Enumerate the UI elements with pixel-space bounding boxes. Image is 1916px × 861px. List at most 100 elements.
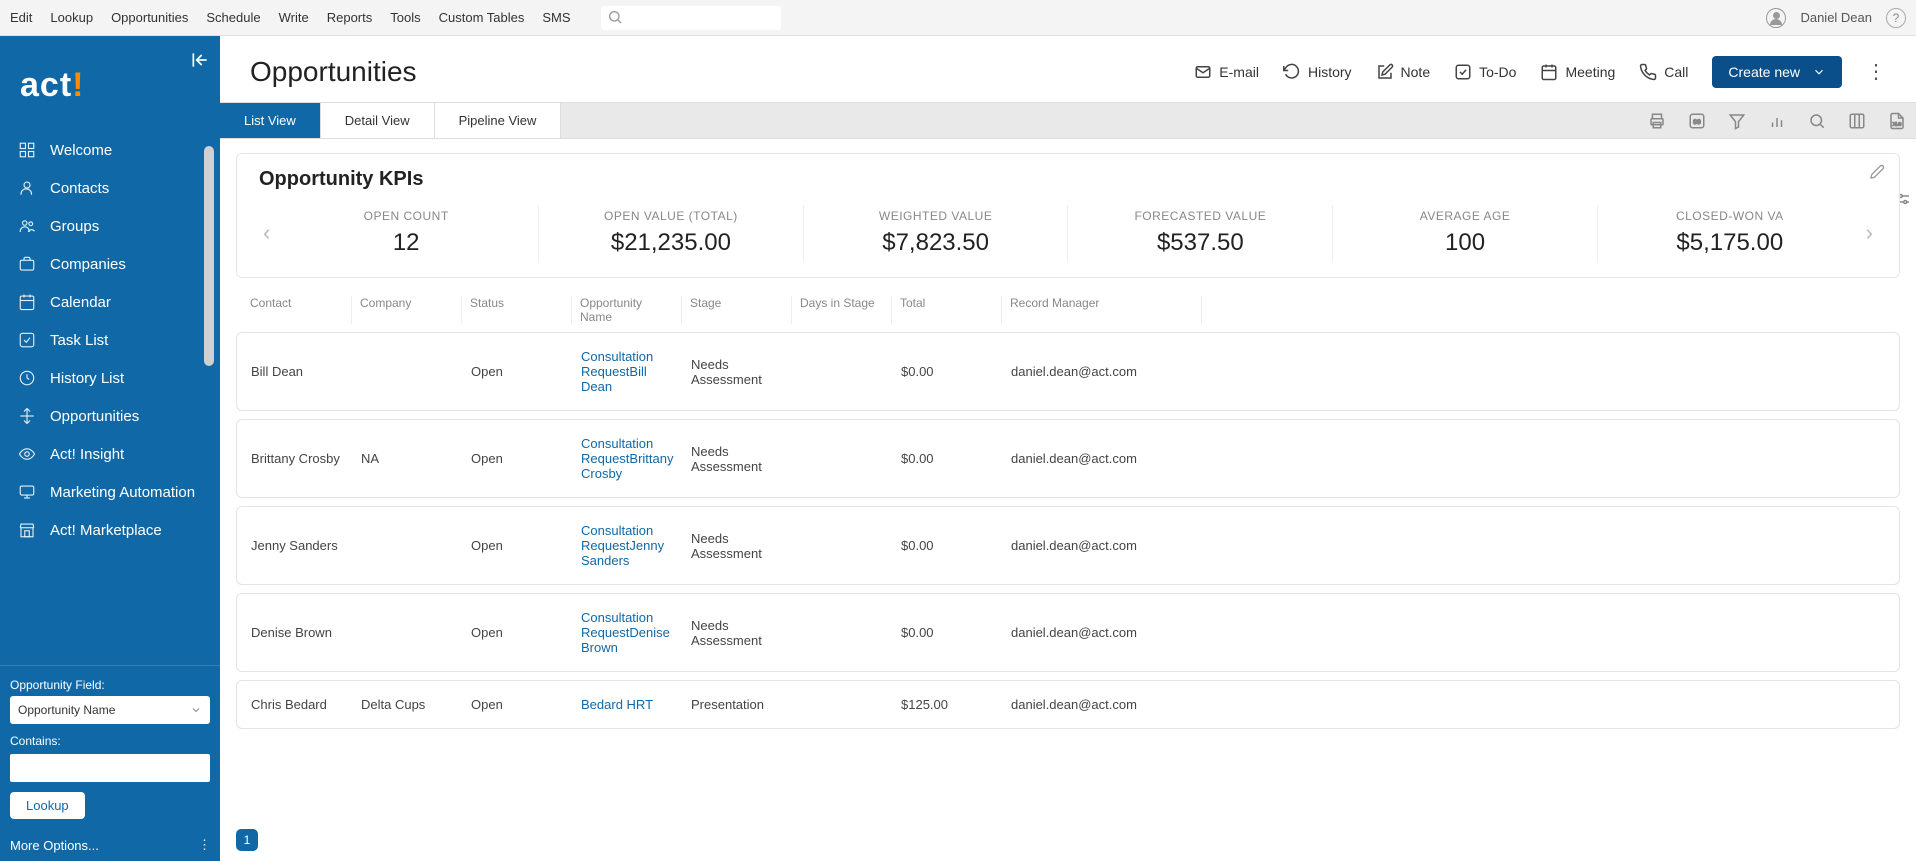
history-action[interactable]: History	[1283, 63, 1352, 81]
logo-text: act	[20, 66, 72, 104]
cell-opportunity: Consultation RequestDenise Brown	[573, 610, 683, 655]
search-icon[interactable]	[1808, 112, 1826, 130]
cell-status: Open	[463, 538, 573, 553]
export-xls-icon[interactable]: XLS	[1888, 112, 1906, 130]
todo-action[interactable]: To-Do	[1454, 63, 1516, 81]
cell-opportunity: Consultation RequestBrittany Crosby	[573, 436, 683, 481]
table-row[interactable]: Denise BrownOpenConsultation RequestDeni…	[236, 593, 1900, 672]
print-icon[interactable]	[1648, 112, 1666, 130]
tab-detail-view[interactable]: Detail View	[321, 103, 435, 138]
menu-custom-tables[interactable]: Custom Tables	[439, 10, 525, 25]
table-row[interactable]: Jenny SandersOpenConsultation RequestJen…	[236, 506, 1900, 585]
sidebar-item-act-marketplace[interactable]: Act! Marketplace	[0, 511, 220, 549]
menu-write[interactable]: Write	[279, 10, 309, 25]
menu-reports[interactable]: Reports	[327, 10, 373, 25]
sidebar-item-task-list[interactable]: Task List	[0, 321, 220, 359]
collapse-sidebar-icon[interactable]	[190, 50, 210, 70]
email-action[interactable]: E-mail	[1194, 63, 1259, 81]
kpi-next-icon[interactable]: ›	[1862, 220, 1877, 246]
sidebar-item-contacts[interactable]: Contacts	[0, 169, 220, 207]
column-header[interactable]: Total	[892, 296, 1002, 324]
cell-stage: Needs Assessment	[683, 531, 793, 561]
table-row[interactable]: Chris BedardDelta CupsOpenBedard HRTPres…	[236, 680, 1900, 729]
column-header[interactable]: Status	[462, 296, 572, 324]
meeting-action[interactable]: Meeting	[1540, 63, 1615, 81]
cell-manager: daniel.dean@act.com	[1003, 364, 1203, 379]
svg-text:XLS: XLS	[1893, 121, 1902, 126]
opportunity-link[interactable]: Consultation RequestJenny Sanders	[581, 523, 664, 568]
opportunity-link[interactable]: Consultation RequestBill Dean	[581, 349, 653, 394]
page-1-button[interactable]: 1	[236, 829, 258, 851]
kpi-cell: AVERAGE AGE100	[1333, 205, 1598, 261]
pagination: 1	[220, 823, 1916, 861]
menu-lookup[interactable]: Lookup	[50, 10, 93, 25]
lookup-button[interactable]: Lookup	[10, 792, 85, 819]
menu-schedule[interactable]: Schedule	[206, 10, 260, 25]
more-menu-icon[interactable]: ⋮	[198, 837, 210, 853]
nav-label: Groups	[50, 218, 99, 235]
call-action[interactable]: Call	[1639, 63, 1688, 81]
kpi-value: 12	[280, 229, 532, 257]
nav-label: Task List	[50, 332, 108, 349]
column-header[interactable]: Stage	[682, 296, 792, 324]
user-avatar-icon[interactable]	[1766, 8, 1786, 28]
menu-edit[interactable]: Edit	[10, 10, 32, 25]
chart-icon[interactable]	[1768, 112, 1786, 130]
more-options-link[interactable]: More Options...	[10, 838, 99, 853]
sidebar-item-calendar[interactable]: Calendar	[0, 283, 220, 321]
kpi-prev-icon[interactable]: ‹	[259, 220, 274, 246]
opportunity-link[interactable]: Consultation RequestDenise Brown	[581, 610, 670, 655]
sidebar-item-marketing-automation[interactable]: Marketing Automation	[0, 473, 220, 511]
help-icon[interactable]: ?	[1886, 8, 1906, 28]
app-logo: act!	[0, 36, 220, 131]
note-action[interactable]: Note	[1376, 63, 1431, 81]
sidebar-scrollbar[interactable]	[204, 146, 214, 366]
column-header[interactable]: Record Manager	[1002, 296, 1202, 324]
column-header[interactable]: Days in Stage	[792, 296, 892, 324]
lookup-contains-input[interactable]	[10, 754, 210, 782]
nav-list: WelcomeContacts Groups CompaniesCalendar Ta…	[0, 131, 220, 665]
table-row[interactable]: Bill DeanOpenConsultation RequestBill De…	[236, 332, 1900, 411]
menu-opportunities[interactable]: Opportunities	[111, 10, 188, 25]
sidebar-item-groups[interactable]: Groups	[0, 207, 220, 245]
overflow-menu-icon[interactable]: ⋮	[1866, 62, 1886, 82]
kpi-value: $537.50	[1074, 229, 1326, 257]
kpi-value: $7,823.50	[810, 229, 1062, 257]
column-header[interactable]: Contact	[242, 296, 352, 324]
column-header[interactable]: Opportunity Name	[572, 296, 682, 324]
menu-sms[interactable]: SMS	[542, 10, 570, 25]
cell-manager: daniel.dean@act.com	[1003, 451, 1203, 466]
tab-pipeline-view[interactable]: Pipeline View	[435, 103, 562, 138]
edit-kpi-icon[interactable]	[1869, 164, 1885, 180]
sidebar-item-history-list[interactable]: History List	[0, 359, 220, 397]
cell-contact: Brittany Crosby	[243, 451, 353, 466]
cell-contact: Denise Brown	[243, 625, 353, 640]
user-name[interactable]: Daniel Dean	[1800, 10, 1872, 25]
sidebar-item-companies[interactable]: Companies	[0, 245, 220, 283]
sidebar-item-act-insight[interactable]: Act! Insight	[0, 435, 220, 473]
cell-total: $0.00	[893, 625, 1003, 640]
opportunity-link[interactable]: Bedard HRT	[581, 697, 653, 712]
badge-icon[interactable]: 99	[1688, 112, 1706, 130]
sidebar-item-welcome[interactable]: Welcome	[0, 131, 220, 169]
cell-contact: Chris Bedard	[243, 697, 353, 712]
kpi-value: $5,175.00	[1604, 229, 1856, 257]
global-search-input[interactable]	[601, 6, 781, 30]
table-row[interactable]: Brittany CrosbyNAOpenConsultation Reques…	[236, 419, 1900, 498]
column-header[interactable]: Company	[352, 296, 462, 324]
cell-company: NA	[353, 451, 463, 466]
opportunity-link[interactable]: Consultation RequestBrittany Crosby	[581, 436, 674, 481]
kpi-value: 100	[1339, 229, 1591, 257]
create-new-button[interactable]: Create new	[1712, 56, 1842, 88]
cell-manager: daniel.dean@act.com	[1003, 538, 1203, 553]
filter-icon[interactable]	[1728, 112, 1746, 130]
lookup-field-select[interactable]: Opportunity Name	[10, 696, 210, 724]
kpi-card: Opportunity KPIs ‹ OPEN COUNT12OPEN VALU…	[236, 153, 1900, 278]
eye-icon	[18, 445, 36, 463]
sidebar-item-opportunities[interactable]: Opportunities	[0, 397, 220, 435]
users-icon	[18, 217, 36, 235]
tab-list-view[interactable]: List View	[220, 103, 321, 138]
user-icon	[18, 179, 36, 197]
columns-icon[interactable]	[1848, 112, 1866, 130]
menu-tools[interactable]: Tools	[390, 10, 420, 25]
